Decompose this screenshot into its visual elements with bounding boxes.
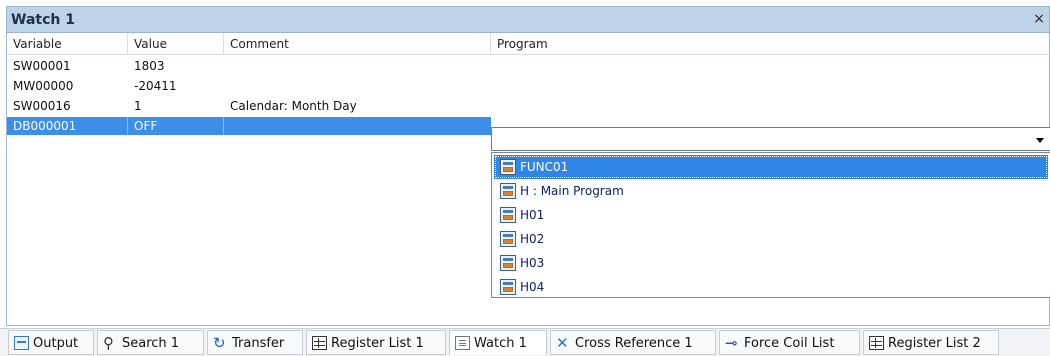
tab-register-list-2[interactable]: Register List 2 [863, 330, 999, 355]
column-header-comment[interactable]: Comment [224, 33, 491, 55]
value-cell[interactable]: 1 [128, 97, 224, 115]
program-option-h01[interactable]: H01 [494, 203, 1048, 227]
program-option-h02[interactable]: H02 [494, 227, 1048, 251]
program-dropdown-list: FUNC01 H : Main Program H01 H02 H03 H04 [491, 152, 1050, 298]
force-coil-icon: ⊸ [725, 334, 738, 352]
tab-cross-reference-1[interactable]: ✕ Cross Reference 1 [550, 330, 716, 355]
tab-watch-1[interactable]: Watch 1 [449, 330, 547, 355]
watch-icon [455, 336, 470, 350]
program-option-h03[interactable]: H03 [494, 251, 1048, 275]
tab-output[interactable]: Output [8, 330, 94, 355]
tab-search-1[interactable]: ⚲ Search 1 [97, 330, 204, 355]
program-option-main-program[interactable]: H : Main Program [494, 179, 1048, 203]
table-row[interactable]: MW00000 -20411 [7, 77, 1049, 95]
tab-label: Search 1 [122, 336, 180, 351]
value-cell[interactable]: -20411 [128, 77, 224, 95]
program-combobox[interactable] [491, 127, 1050, 151]
tab-label: Transfer [232, 336, 285, 351]
tab-label: Register List 1 [331, 336, 424, 351]
program-icon [500, 207, 516, 223]
comment-cell[interactable] [224, 57, 491, 75]
variable-cell[interactable]: DB000001 [7, 117, 128, 135]
chevron-down-icon[interactable] [1036, 138, 1044, 143]
variable-cell[interactable]: SW00016 [7, 97, 128, 115]
program-icon [500, 231, 516, 247]
bottom-tab-bar: Output ⚲ Search 1 ↻ Transfer Register Li… [0, 328, 1050, 356]
table-row[interactable]: SW00001 1803 [7, 57, 1049, 75]
program-icon [500, 255, 516, 271]
tab-label: Cross Reference 1 [575, 336, 693, 351]
title-bar: Watch 1 × [7, 7, 1049, 33]
transfer-icon: ↻ [213, 334, 226, 352]
table-row[interactable]: SW00016 1 Calendar: Month Day [7, 97, 1049, 115]
program-option-label: H01 [520, 208, 545, 222]
column-header-program[interactable]: Program [491, 33, 1050, 55]
grid-header: Variable Value Comment Program [7, 33, 1049, 55]
program-option-label: H03 [520, 256, 545, 270]
variable-cell[interactable]: MW00000 [7, 77, 128, 95]
comment-cell[interactable] [224, 77, 491, 95]
program-option-label: H04 [520, 280, 545, 294]
register-list-icon [312, 336, 327, 350]
close-icon[interactable]: × [1033, 11, 1045, 27]
tab-transfer[interactable]: ↻ Transfer [207, 330, 303, 355]
tab-register-list-1[interactable]: Register List 1 [306, 330, 446, 355]
watch-window: Watch 1 × Variable Value Comment Program… [6, 6, 1050, 326]
binoculars-icon: ⚲ [103, 334, 114, 352]
tab-force-coil-list[interactable]: ⊸ Force Coil List [719, 330, 860, 355]
value-cell[interactable]: 1803 [128, 57, 224, 75]
program-option-h04[interactable]: H04 [494, 275, 1048, 299]
register-list-icon [869, 336, 884, 350]
comment-cell[interactable]: Calendar: Month Day [224, 97, 491, 115]
program-option-func01[interactable]: FUNC01 [494, 155, 1048, 179]
program-option-label: FUNC01 [520, 160, 569, 174]
column-header-variable[interactable]: Variable [7, 33, 128, 55]
comment-cell[interactable] [224, 117, 491, 135]
window-title: Watch 1 [11, 12, 75, 28]
program-icon [500, 159, 516, 175]
program-option-label: H : Main Program [520, 184, 624, 198]
column-header-value[interactable]: Value [128, 33, 224, 55]
program-icon [500, 183, 516, 199]
output-icon [14, 336, 29, 350]
variable-cell[interactable]: SW00001 [7, 57, 128, 75]
cross-reference-icon: ✕ [556, 334, 569, 352]
tab-label: Force Coil List [744, 336, 835, 351]
tab-label: Output [33, 336, 79, 351]
tab-label: Register List 2 [888, 336, 981, 351]
tab-label: Watch 1 [474, 336, 527, 351]
value-cell[interactable]: OFF [128, 117, 224, 135]
program-icon [500, 279, 516, 295]
program-option-label: H02 [520, 232, 545, 246]
